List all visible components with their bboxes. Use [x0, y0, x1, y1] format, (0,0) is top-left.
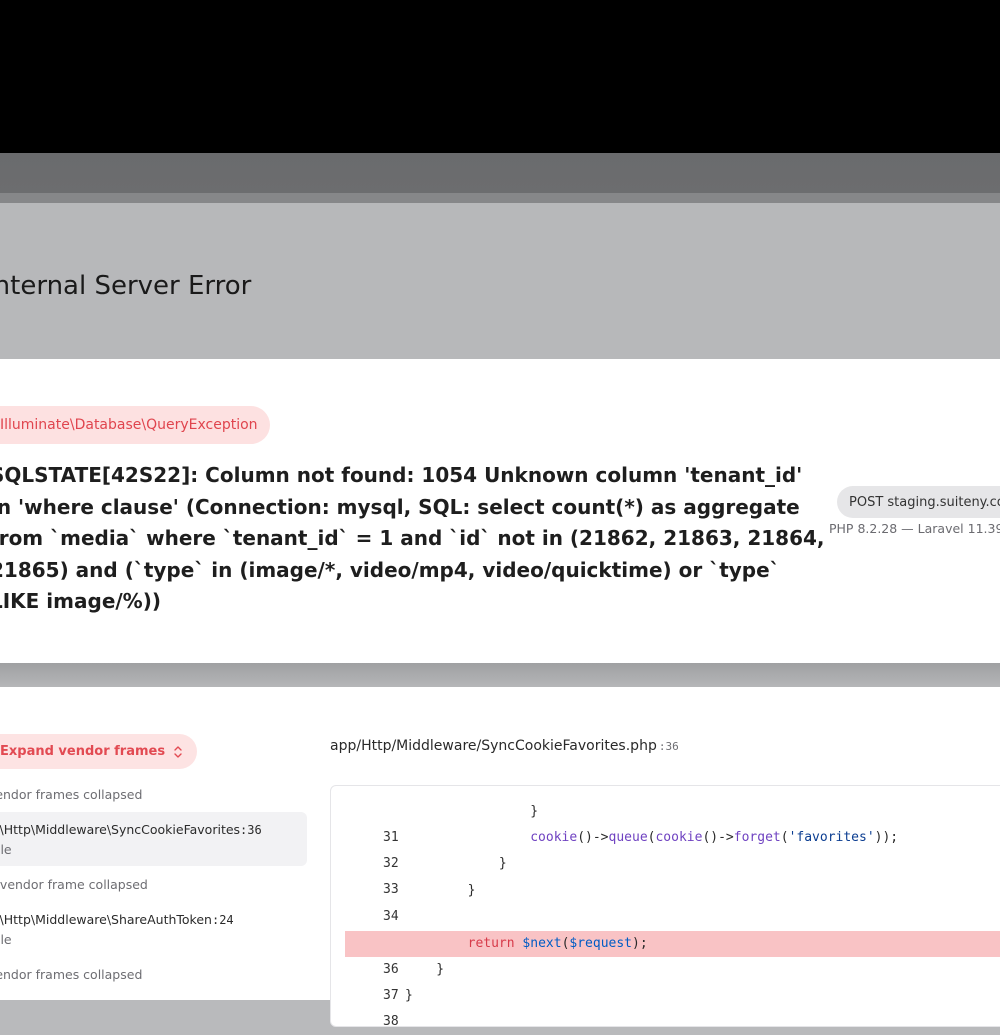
code-line-highlighted: 36 return $next($request);	[345, 931, 1000, 977]
code-file-line-number: :36	[658, 740, 679, 753]
version-info: PHP 8.2.28 — Laravel 11.39.0	[829, 521, 1000, 536]
exception-class-badge: Illuminate\Database\QueryException	[0, 406, 270, 444]
vendor-frames-collapsed[interactable]: 4 vendor frames collapsed	[0, 787, 142, 802]
stack-frame-active[interactable]: app\Http\Middleware\SyncCookieFavorites:…	[0, 812, 307, 866]
code-line: 33 }	[345, 851, 1000, 897]
frame-line-number: :24	[211, 913, 234, 927]
request-url-label: POST staging.suiteny.com	[849, 494, 1000, 510]
request-url-pill[interactable]: POST staging.suiteny.com	[837, 486, 1000, 518]
code-text: }	[405, 988, 413, 1003]
vendor-frames-collapsed[interactable]: 4 vendor frames collapsed	[0, 967, 142, 982]
exception-message-line: LIKE image/%))	[0, 589, 162, 613]
line-number: 38	[383, 1014, 399, 1029]
vendor-frames-collapsed[interactable]: 1 vendor frame collapsed	[0, 877, 148, 892]
frame-line-number: :36	[240, 823, 262, 837]
code-line: 35	[345, 904, 1000, 950]
expand-vendor-frames-label: Expand vendor frames	[0, 744, 166, 759]
code-line: 32 cookie()->queue(cookie()->forget('fav…	[345, 825, 1000, 871]
exception-message-line: from `media` where `tenant_id` = 1 and `…	[0, 526, 825, 550]
browser-chrome-divider	[0, 193, 1000, 203]
exception-message-line: in 'where clause' (Connection: mysql, SQ…	[0, 494, 800, 519]
expand-vendor-frames-button[interactable]: Expand vendor frames	[0, 734, 198, 769]
code-text: }	[405, 962, 445, 977]
code-text: }	[405, 883, 476, 898]
code-line: 38}	[345, 983, 1000, 1029]
code-file-header[interactable]: app/Http/Middleware/SyncCookieFavorites.…	[330, 738, 679, 754]
exception-message: SQLSTATE[42S22]: Column not found: 1054 …	[0, 460, 825, 618]
code-text: return $next($request);	[467, 936, 648, 951]
code-file-path: app/Http/Middleware/SyncCookieFavorites.…	[330, 738, 657, 754]
section-separator	[0, 663, 1000, 687]
exception-message-line: 21865) and (`type` in (image/*, video/mp…	[0, 557, 780, 582]
exception-class-label: Illuminate\Database\QueryException	[0, 417, 258, 433]
code-line: 31 }	[345, 799, 1000, 845]
code-text: }	[405, 804, 539, 819]
exception-message-line: SQLSTATE[42S22]: Column not found: 1054 …	[0, 463, 803, 487]
chevron-up-down-icon	[174, 745, 182, 758]
stack-frame[interactable]: app\Http\Middleware\ShareAuthToken:24 ha…	[0, 902, 307, 956]
code-line: 34 }	[345, 878, 1000, 924]
frame-method: handle	[0, 842, 12, 857]
browser-chrome-bar	[0, 153, 1000, 193]
code-text: }	[405, 856, 507, 871]
video-letterbox-top	[0, 0, 1000, 153]
page-title: Internal Server Error	[0, 271, 252, 301]
frame-method: handle	[0, 932, 12, 947]
frame-path: app\Http\Middleware\ShareAuthToken:24	[0, 912, 234, 927]
frame-path: app\Http\Middleware\SyncCookieFavorites:…	[0, 822, 262, 837]
code-text: cookie()->queue(cookie()->forget('favori…	[530, 830, 899, 845]
code-line: 37 }	[345, 957, 1000, 1003]
